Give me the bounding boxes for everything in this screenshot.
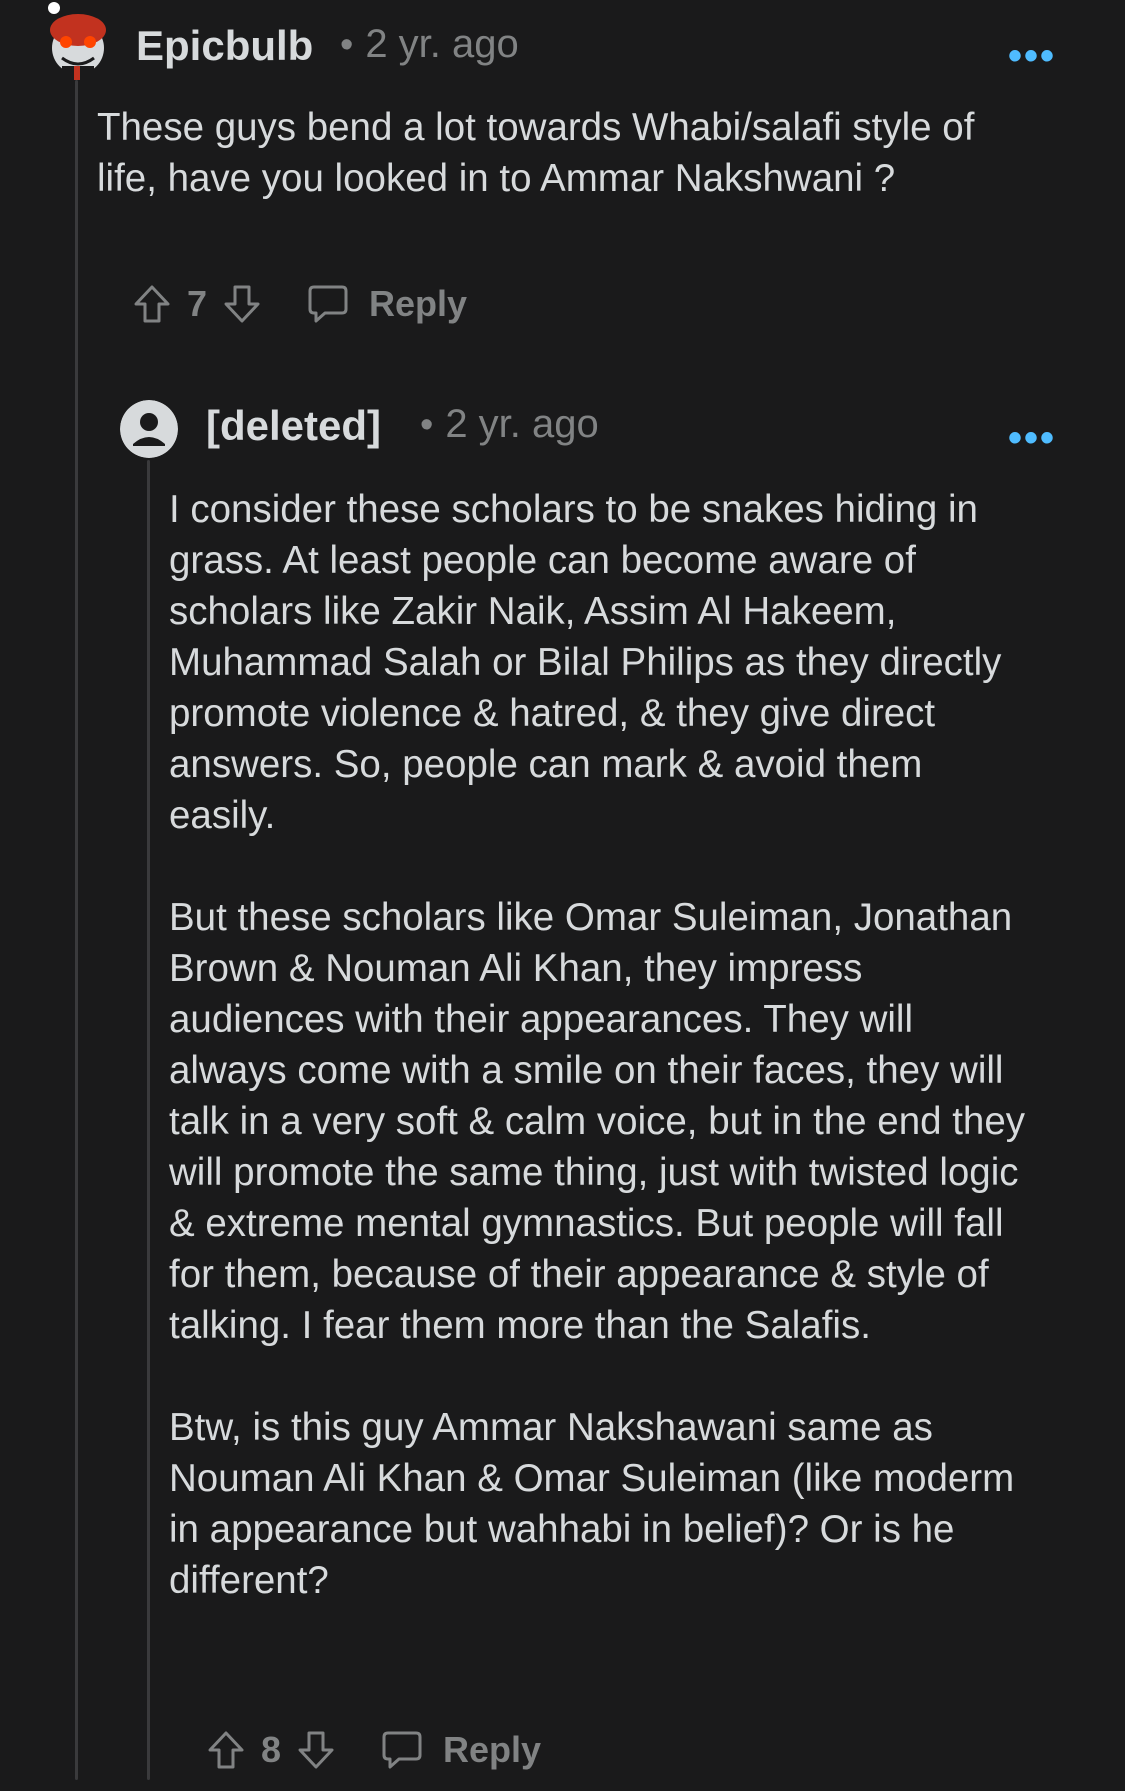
upvote-arrow-icon[interactable] (133, 284, 171, 324)
vote-count: 8 (261, 1729, 282, 1770)
comment-paragraph: But these scholars like Omar Suleiman, J… (169, 896, 1025, 1347)
chat-bubble-icon (381, 1730, 423, 1770)
comment-time: 2 yr. ago (445, 402, 599, 446)
downvote-arrow-icon[interactable] (297, 1730, 335, 1770)
separator-dot: • (420, 404, 434, 446)
comment-actions: 7 Reply (133, 279, 467, 329)
comment-author[interactable]: Epicbulb (136, 22, 313, 70)
chat-bubble-icon (307, 284, 349, 324)
reply-label: Reply (443, 1729, 542, 1770)
downvote-arrow-icon[interactable] (223, 284, 261, 324)
comment-paragraph: Btw, is this guy Ammar Nakshawani same a… (169, 1406, 1015, 1602)
upvote-arrow-icon[interactable] (207, 1730, 245, 1770)
comment-author[interactable]: [deleted] (206, 402, 381, 450)
thread-line-comment-2[interactable] (147, 460, 150, 1780)
snoo-avatar-icon[interactable] (40, 0, 112, 80)
more-options-button[interactable]: ••• (1008, 36, 1056, 76)
separator-dot: • (340, 24, 354, 66)
comment-timestamp: • 2 yr. ago (420, 402, 599, 447)
comment-time: 2 yr. ago (365, 22, 519, 66)
comment-paragraph: These guys bend a lot towards Whabi/sala… (97, 106, 975, 200)
deleted-user-icon[interactable] (120, 400, 178, 458)
thread-line-comment-1[interactable] (75, 80, 78, 1780)
reply-button[interactable]: Reply (381, 1729, 541, 1771)
comment-actions: 8 Reply (207, 1725, 541, 1775)
reply-button[interactable]: Reply (307, 283, 467, 325)
comment-timestamp: • 2 yr. ago (340, 22, 519, 67)
comment-body: I consider these scholars to be snakes h… (169, 484, 1039, 1606)
vote-count: 7 (187, 283, 208, 324)
reply-label: Reply (369, 283, 468, 324)
comment-body: These guys bend a lot towards Whabi/sala… (97, 102, 997, 204)
comment-paragraph: I consider these scholars to be snakes h… (169, 488, 1002, 837)
more-options-button[interactable]: ••• (1008, 418, 1056, 458)
